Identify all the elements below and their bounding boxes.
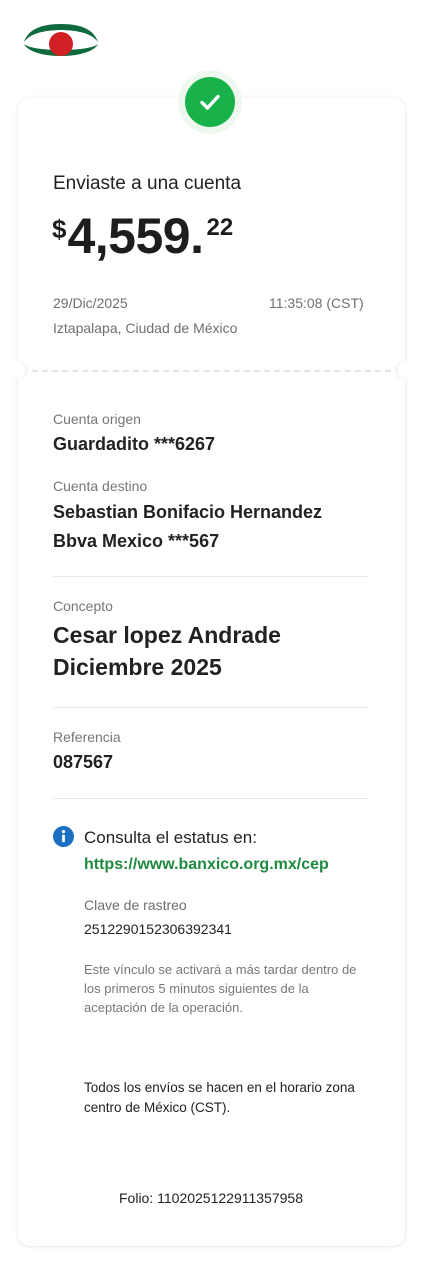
section-divider xyxy=(53,798,369,799)
receipt-perforation xyxy=(32,370,391,372)
amount-integer: 4,559. xyxy=(67,208,204,264)
transfer-receipt-page: Enviaste a una cuenta $ 4,559. 22 29/Dic… xyxy=(0,0,422,1280)
section-divider xyxy=(53,707,369,708)
origin-account-label: Cuenta origen xyxy=(53,411,141,427)
reference-value: 087567 xyxy=(53,752,114,772)
link-activation-note: Este vínculo se activará a más tardar de… xyxy=(84,962,357,1015)
section-divider xyxy=(53,576,369,577)
transfer-amount: $ 4,559. 22 xyxy=(52,208,233,264)
amount-currency: $ xyxy=(52,214,67,244)
origin-account-value: Guardadito ***6267 xyxy=(53,434,216,454)
transfer-location: Iztapalapa, Ciudad de México xyxy=(53,320,238,336)
concept-label: Concepto xyxy=(53,598,113,614)
status-check-title: Consulta el estatus en: xyxy=(84,828,257,847)
concept-line-1: Cesar lopez Andrade xyxy=(53,622,281,648)
banxico-cep-link[interactable]: https://www.banxico.org.mx/cep xyxy=(84,856,329,874)
bank-logo-icon xyxy=(24,24,98,56)
transfer-date: 29/Dic/2025 xyxy=(53,295,128,311)
destination-bank: Bbva Mexico ***567 xyxy=(53,531,220,551)
receipt-notch-left xyxy=(8,360,28,380)
folio-number: Folio: 1102025122911357958 xyxy=(119,1190,303,1206)
tracking-key-value: 2512290152306392341 xyxy=(84,921,232,937)
transfer-title: Enviaste a una cuenta xyxy=(53,173,242,194)
destination-name: Sebastian Bonifacio Hernandez xyxy=(53,502,323,522)
success-badge xyxy=(178,70,242,134)
transfer-time: 11:35:08 (CST) xyxy=(269,295,364,311)
reference-label: Referencia xyxy=(53,729,121,745)
info-icon xyxy=(53,826,74,847)
receipt-notch-right xyxy=(395,360,415,380)
timezone-note: Todos los envíos se hacen en el horario … xyxy=(84,1080,355,1115)
amount-decimals: 22 xyxy=(206,214,234,241)
concept-line-2: Diciembre 2025 xyxy=(53,654,222,680)
tracking-key-label: Clave de rastreo xyxy=(84,897,187,913)
destination-account-label: Cuenta destino xyxy=(53,478,148,494)
check-icon xyxy=(185,77,235,127)
